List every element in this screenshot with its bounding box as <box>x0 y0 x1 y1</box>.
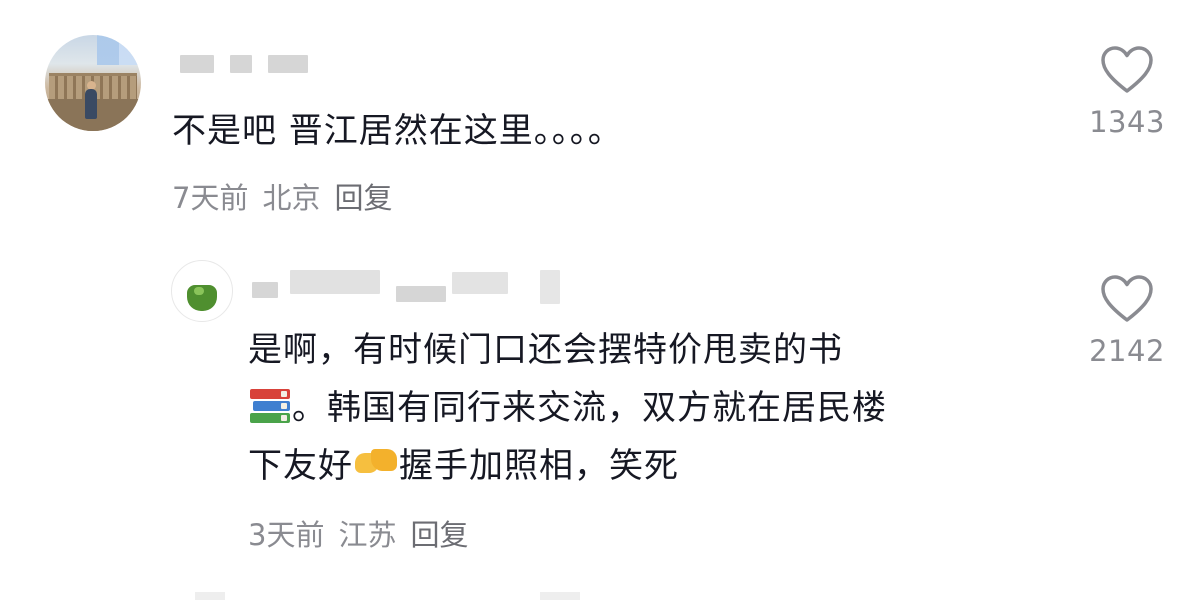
comment-meta: 7天前 北京 回复 <box>172 175 406 217</box>
reply-user-avatar[interactable] <box>171 260 233 322</box>
reply-time: 3天前 <box>248 518 325 552</box>
book-green <box>250 413 290 423</box>
blur-block <box>452 272 508 294</box>
book-blue <box>253 401 290 411</box>
comment-text: 不是吧 晋江居然在这里。。。。 <box>172 111 623 151</box>
next-item-edge <box>195 592 225 600</box>
book-red <box>250 389 290 399</box>
reply-text-line-1: 是啊，有时候门口还会摆特价甩卖的书 <box>248 330 843 370</box>
blur-block <box>290 270 380 294</box>
reply-button[interactable]: 回复 <box>410 518 468 552</box>
hand-right <box>371 449 397 471</box>
reply-button[interactable]: 回复 <box>334 181 392 215</box>
blur-block <box>180 55 214 73</box>
blur-block <box>540 270 560 304</box>
blur-block <box>230 55 252 73</box>
handshake-emoji <box>353 443 399 483</box>
like-button[interactable]: 2142 <box>1082 274 1172 368</box>
like-button[interactable]: 1343 <box>1082 45 1172 139</box>
avatar-pixelation <box>97 35 141 65</box>
reply-text-line-3b: 握手加照相，笑死 <box>399 446 679 486</box>
blur-block <box>252 282 278 298</box>
heart-outline-icon <box>1101 46 1153 93</box>
blur-block <box>268 55 308 73</box>
like-count: 2142 <box>1089 334 1165 368</box>
comment-time: 7天前 <box>172 181 249 215</box>
reply-meta: 3天前 江苏 回复 <box>248 512 482 554</box>
comment-location: 北京 <box>262 181 321 215</box>
books-emoji <box>248 385 292 425</box>
reply-location: 江苏 <box>338 518 397 552</box>
reply-text-line-3a: 下友好 <box>248 446 353 486</box>
avatar-person <box>85 89 97 119</box>
heart-outline-icon <box>1101 275 1153 322</box>
avatar-leaf-highlight <box>194 287 204 295</box>
reply-text-line-3-row: 下友好 握手加照相，笑死 <box>248 438 679 494</box>
next-item-edge <box>540 592 580 600</box>
blur-block <box>396 286 446 302</box>
reply-text-line-2-row: 。韩国有同行来交流，双方就在居民楼 <box>248 380 887 436</box>
user-avatar[interactable] <box>45 35 141 131</box>
like-count: 1343 <box>1089 105 1165 139</box>
reply-text-line-2: 。韩国有同行来交流，双方就在居民楼 <box>292 388 887 428</box>
